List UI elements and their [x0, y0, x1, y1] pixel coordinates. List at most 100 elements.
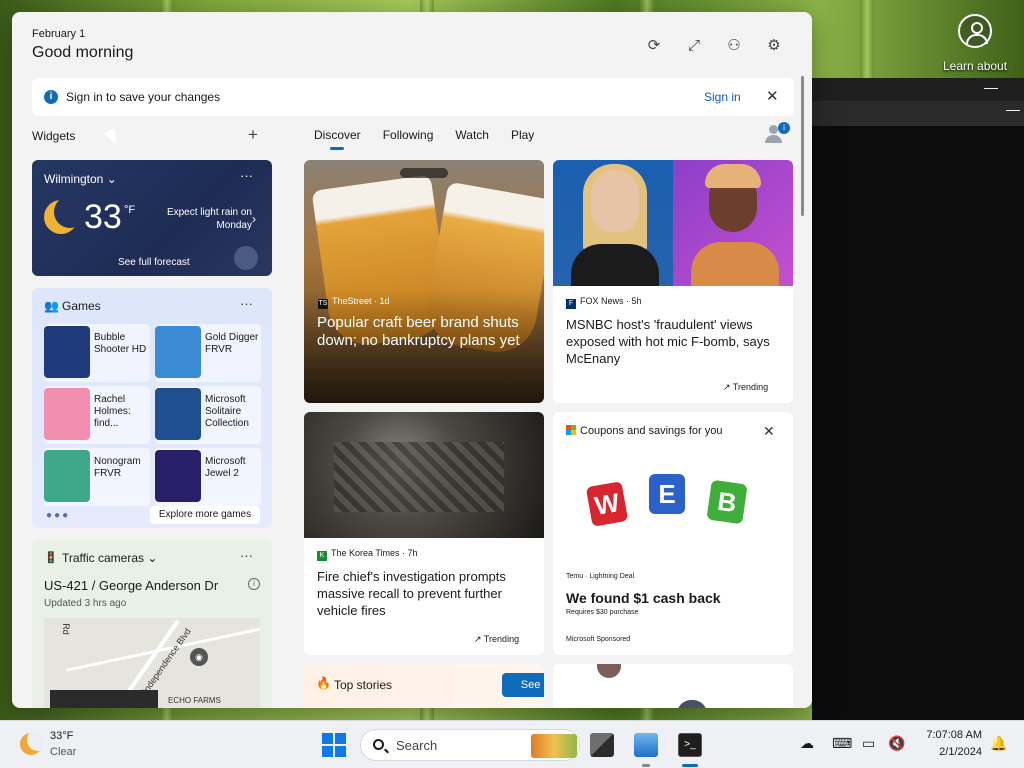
game-tile[interactable]: Bubble Shooter HD [44, 324, 150, 382]
game-tile[interactable]: Rachel Holmes: find... [44, 386, 150, 444]
game-name: Nonogram FRVR [94, 456, 141, 479]
carousel-dots[interactable] [400, 168, 448, 178]
app-active-indicator [682, 764, 698, 767]
widgets-section-label: Widgets [32, 129, 76, 143]
close-icon[interactable]: ✕ [766, 87, 779, 105]
gear-icon[interactable]: ⚙ [764, 38, 784, 54]
bell-icon[interactable]: 🔔 [990, 735, 1007, 752]
more-options-icon[interactable]: ··· [240, 168, 253, 183]
tab-discover[interactable]: Discover [314, 128, 361, 150]
network-icon[interactable]: ▭ [862, 735, 875, 752]
explore-more-games-button[interactable]: Explore more games [150, 506, 260, 524]
header-date: February 1 [32, 28, 86, 40]
ad-sponsor-line: Temu · Lightning Deal [566, 573, 635, 580]
mouse-cursor-icon [104, 128, 122, 148]
game-name: Microsoft Jewel 2 [205, 456, 246, 479]
panel-scrollbar[interactable] [801, 76, 804, 216]
see-more-button[interactable]: See more › [502, 673, 544, 697]
card-title[interactable]: Fire chief's investigation prompts massi… [317, 568, 531, 619]
learn-about-icon[interactable] [958, 14, 992, 48]
taskbar-condition[interactable]: Clear [50, 746, 76, 758]
search-icon [373, 739, 384, 750]
game-name: Microsoft Solitaire Collection [205, 394, 249, 429]
camera-icon[interactable]: ◉ [190, 648, 208, 666]
profile-switch-icon[interactable]: ⚇ [724, 38, 744, 54]
ad-cube-b: B [706, 479, 748, 525]
taskbar-date[interactable]: 2/1/2024 [920, 746, 982, 758]
news-card[interactable]: K The Korea Times · 7h Fire chief's inves… [304, 412, 544, 655]
header-toolbar: ⟳ ⤢ ⚇ ⚙ [644, 38, 784, 54]
traffic-widget: 🚦 Traffic cameras ⌄ ··· US-421 / George … [32, 540, 272, 708]
card-source: The Korea Times · 7h [331, 548, 418, 558]
info-icon[interactable]: i [248, 578, 260, 590]
ad-cube-e: E [649, 474, 685, 514]
trending-line: ↗ Trending [723, 382, 768, 393]
learn-about-label[interactable]: Learn about [943, 59, 1007, 73]
news-card[interactable]: TS TheStreet · 1d Popular craft beer bran… [304, 160, 544, 403]
korea-times-logo-icon: K [317, 551, 327, 561]
top-stories-card: 🔥 Top stories See more › [304, 664, 544, 708]
trending-badge: Trending [732, 382, 769, 392]
taskbar: 33°F Clear Search >_ ☁ ⌨ ▭ 🔇 7:07:08 AM … [0, 720, 1024, 768]
traffic-map[interactable]: Rd Independence Blvd ECHO FARMS ◉ [44, 618, 260, 708]
taskbar-temperature[interactable]: 33°F [50, 730, 73, 742]
weather-unit: °F [124, 204, 136, 216]
volume-icon[interactable]: 🔇 [888, 735, 905, 752]
terminal-window[interactable]: — — [812, 78, 1024, 720]
tab-play[interactable]: Play [511, 128, 534, 142]
trending-icon: ↗ [474, 634, 482, 644]
ad-card[interactable]: Coupons and savings for you ✕ W E B Temu… [553, 412, 793, 655]
news-card[interactable]: F FOX News · 5h MSNBC host's 'fraudulent'… [553, 160, 793, 403]
card-title[interactable]: Popular craft beer brand shuts down; no … [317, 314, 529, 350]
game-tile[interactable]: Nonogram FRVR [44, 448, 150, 506]
taskbar-time[interactable]: 7:07:08 AM [920, 729, 982, 741]
card-title[interactable]: MSNBC host's 'fraudulent' views exposed … [566, 316, 780, 367]
tab-following[interactable]: Following [383, 128, 434, 142]
moon-icon[interactable] [20, 733, 42, 755]
terminal-app-icon[interactable]: >_ [678, 733, 702, 757]
weather-widget[interactable]: Wilmington ⌄ ··· 33 °F Expect light rain… [32, 160, 272, 276]
game-thumbnail [155, 326, 201, 378]
ad-title[interactable]: We found $1 cash back [566, 590, 721, 606]
close-icon[interactable]: ✕ [763, 423, 775, 440]
header-greeting: Good morning [32, 44, 134, 61]
chevron-down-icon: ⌄ [147, 551, 158, 565]
onedrive-icon[interactable]: ☁ [800, 735, 814, 752]
signin-link[interactable]: Sign in [704, 90, 741, 104]
expand-icon[interactable]: ⤢ [684, 38, 704, 54]
user-avatar-icon[interactable]: i [764, 122, 790, 144]
refresh-icon[interactable]: ⟳ [644, 38, 664, 54]
traffic-title-selector[interactable]: Traffic cameras ⌄ [62, 551, 157, 565]
keyboard-icon[interactable]: ⌨ [832, 735, 852, 752]
card-source-line: F FOX News · 5h [566, 296, 642, 309]
card-source: FOX News · 5h [580, 296, 642, 306]
chevron-right-icon[interactable]: › [252, 212, 256, 226]
weather-full-forecast-link[interactable]: See full forecast [118, 257, 190, 268]
weather-temperature: 33 [84, 198, 122, 236]
more-options-icon[interactable]: ··· [240, 296, 253, 311]
card-source-line: TS TheStreet · 1d [318, 296, 390, 309]
terminal-minimize-button[interactable]: — [812, 78, 1024, 102]
more-options-icon[interactable]: ··· [240, 548, 253, 563]
card-image [677, 700, 707, 708]
trending-line: ↗ Trending [474, 634, 519, 645]
news-card[interactable] [553, 664, 793, 708]
weather-forecast[interactable]: Expect light rain on Monday [166, 206, 252, 232]
pagination-dots[interactable]: ●●● [46, 510, 70, 521]
traffic-road: US-421 / George Anderson Dr [44, 578, 219, 593]
game-thumbnail [155, 450, 201, 502]
game-tile[interactable]: Microsoft Jewel 2 [155, 448, 261, 506]
terminal-inner-minimize-button[interactable]: — [812, 102, 1024, 126]
game-tile[interactable]: Gold Digger FRVR [155, 324, 261, 382]
widgets-app-icon[interactable] [634, 733, 658, 757]
task-view-icon[interactable] [590, 733, 614, 757]
weather-location-selector[interactable]: Wilmington ⌄ [44, 172, 117, 186]
ad-cube-w: W [585, 481, 629, 527]
game-tile[interactable]: Microsoft Solitaire Collection [155, 386, 261, 444]
camera-thumbnail[interactable] [50, 690, 158, 708]
taskbar-search-box[interactable]: Search [360, 729, 580, 761]
add-widget-icon[interactable]: + [248, 125, 258, 145]
tab-watch[interactable]: Watch [455, 128, 489, 142]
signin-banner-text: Sign in to save your changes [66, 90, 221, 104]
windows-start-icon[interactable] [322, 733, 346, 757]
